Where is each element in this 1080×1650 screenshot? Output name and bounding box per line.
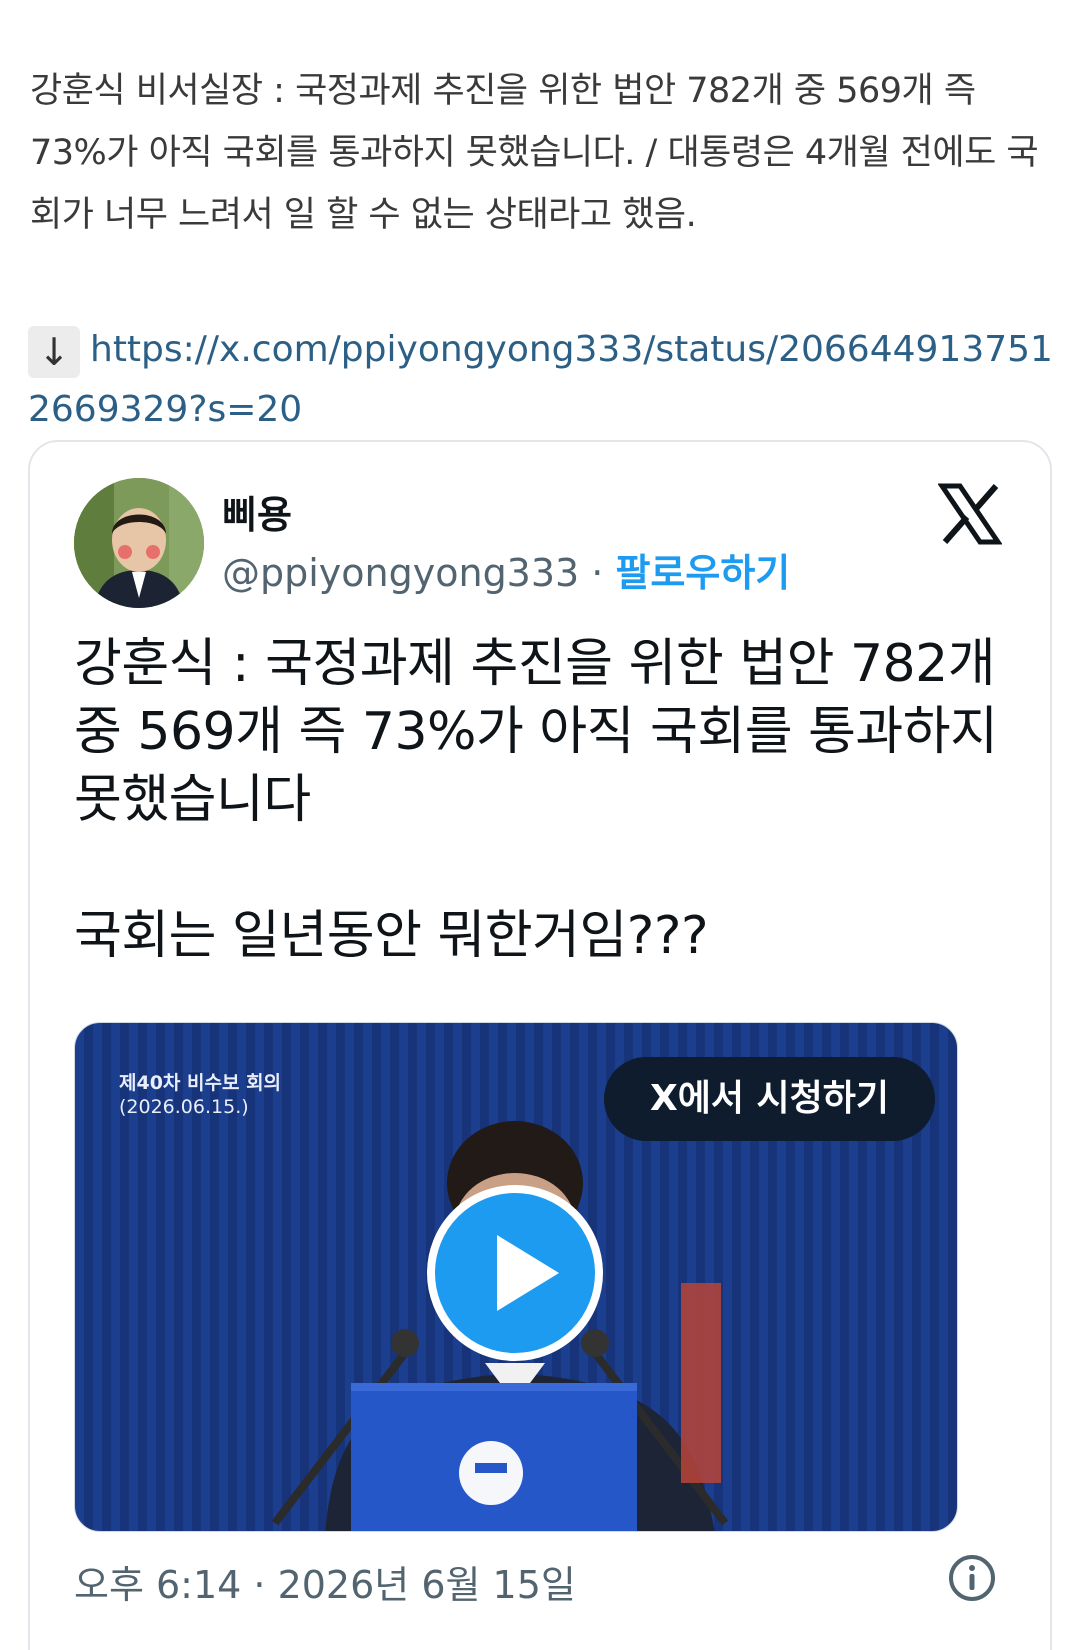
tweet-timestamp[interactable]: 오후 6:14 · 2026년 6월 15일 xyxy=(74,1554,576,1609)
caption-date: (2026.06.15.) xyxy=(119,1096,249,1118)
tweet-text: 강훈식 : 국정과제 추진을 위한 법안 782개 중 569개 즉 73%가 … xyxy=(74,634,998,966)
author-handle[interactable]: @ppiyongyong333 xyxy=(222,551,579,595)
author-name[interactable]: 삐용 xyxy=(222,484,292,539)
watch-on-x-button[interactable]: X에서 시청하기 xyxy=(603,1057,935,1141)
media-caption: 제40차 비수보 회의 (2026.06.15.) xyxy=(119,1071,281,1119)
embedded-tweet-card[interactable]: 삐용 @ppiyongyong333 · 팔로우하기 강훈식 : 국정과제 추진… xyxy=(28,440,1052,1650)
caption-title: 제40차 비수보 회의 xyxy=(119,1072,282,1094)
play-icon[interactable] xyxy=(427,1185,603,1361)
follow-button[interactable]: 팔로우하기 xyxy=(615,551,790,595)
separator-dot: · xyxy=(579,551,616,595)
tweet-link[interactable]: https://x.com/ppiyongyong333/status/2066… xyxy=(28,329,1053,430)
down-arrow-icon: ↓ xyxy=(28,326,80,378)
avatar-image xyxy=(74,478,204,608)
link-row: ↓ https://x.com/ppiyongyong333/status/206… xyxy=(28,320,1058,440)
info-icon[interactable] xyxy=(946,1552,998,1604)
post-text: 강훈식 비서실장 : 국정과제 추진을 위한 법안 782개 중 569개 즉 … xyxy=(30,71,1039,235)
x-logo-icon[interactable] xyxy=(938,482,1002,546)
author-handle-row: @ppiyongyong333 · 팔로우하기 xyxy=(222,542,790,597)
video-media[interactable]: 제40차 비수보 회의 (2026.06.15.) X에서 시청하기 xyxy=(74,1022,958,1532)
avatar[interactable] xyxy=(74,478,204,608)
